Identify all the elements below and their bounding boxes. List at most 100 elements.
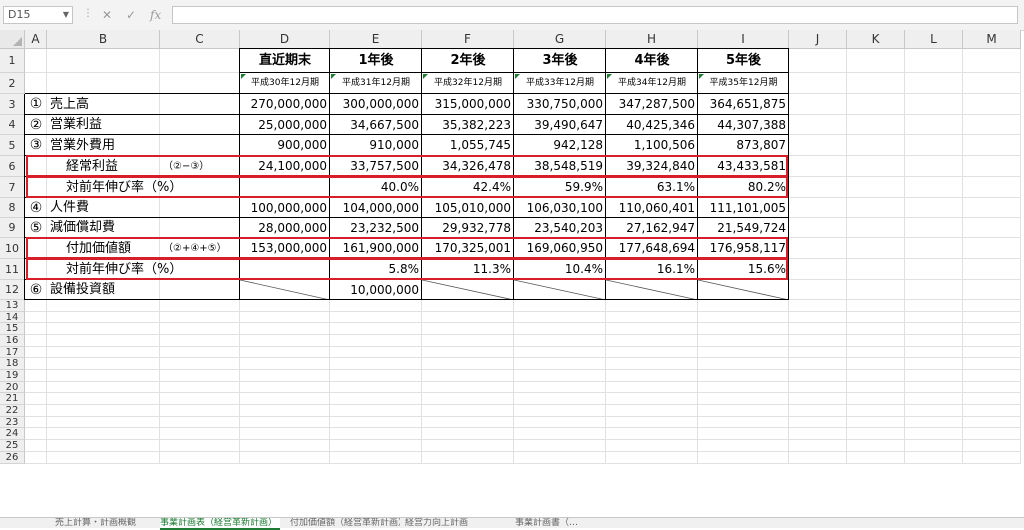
period-header: 直近期末 — [258, 53, 311, 68]
value-cell: 910,000 — [369, 138, 419, 152]
gridline-horizontal — [25, 380, 1021, 382]
sheet-tab[interactable]: 事業計画表（経営革新計画） — [160, 518, 280, 530]
table-border-horizontal — [25, 93, 789, 94]
row-header-19[interactable]: 19 — [0, 370, 25, 382]
highlight-box — [26, 176, 788, 198]
row-header-17[interactable]: 17 — [0, 346, 25, 359]
table-border-vertical — [24, 94, 25, 300]
row-header-10[interactable]: 10 — [0, 238, 25, 259]
row-header-16[interactable]: 16 — [0, 335, 25, 347]
value-cell: 330,750,000 — [526, 97, 603, 111]
value-cell: 111,101,005 — [709, 201, 786, 215]
row-header-21[interactable]: 21 — [0, 393, 25, 406]
value-cell: 105,010,000 — [434, 201, 511, 215]
row-header-25[interactable]: 25 — [0, 440, 25, 452]
diagonal-slash — [698, 280, 789, 300]
period-date: 平成35年12月期 — [709, 78, 778, 88]
period-header: 3年後 — [542, 53, 578, 68]
value-cell: 34,667,500 — [350, 118, 419, 132]
row-header-1[interactable]: 1 — [0, 49, 25, 73]
period-date: 平成32年12月期 — [434, 78, 502, 88]
value-cell: 315,000,000 — [434, 97, 511, 111]
value-cell: 270,000,000 — [250, 97, 327, 111]
enter-icon[interactable]: ✓ — [126, 6, 136, 24]
column-header-h[interactable]: H — [606, 30, 698, 49]
formula-input[interactable] — [172, 6, 1018, 24]
row-label: 減価償却費 — [50, 220, 116, 235]
column-header-e[interactable]: E — [330, 30, 422, 49]
insert-function-icon[interactable]: fx — [150, 6, 161, 24]
name-box[interactable]: D15 ▼ — [3, 6, 73, 24]
column-header-b[interactable]: B — [47, 30, 160, 49]
table-border-horizontal — [25, 299, 789, 300]
row-header-20[interactable]: 20 — [0, 381, 25, 394]
column-header-l[interactable]: L — [905, 30, 963, 49]
diagonal-slash — [240, 280, 330, 300]
table-border-horizontal — [25, 134, 789, 135]
row-header-6[interactable]: 6 — [0, 156, 25, 177]
column-header-j[interactable]: J — [789, 30, 847, 49]
error-indicator-icon — [607, 74, 612, 79]
value-cell: 39,490,647 — [534, 118, 603, 132]
value-cell: 35,382,223 — [442, 118, 511, 132]
spreadsheet-grid[interactable]: ABCDEFGHIJKLM 1 2 3 4 5 6 7 8 9 10 11 12 13 14 15 16 17 1… — [0, 30, 1024, 517]
value-cell: 110,060,401 — [618, 201, 695, 215]
column-header-c[interactable]: C — [160, 30, 240, 49]
value-cell: 27,162,947 — [626, 221, 695, 235]
formula-bar-splitter-icon[interactable]: ⋮ — [83, 8, 93, 19]
row-header-23[interactable]: 23 — [0, 416, 25, 429]
name-box-value: D15 — [8, 8, 31, 21]
row-header-9[interactable]: 9 — [0, 218, 25, 238]
sheet-tabs: 売上計算・計画概観 事業計画表（経営革新計画） 付加価値額（経営革新計画） 経営力向上… — [0, 517, 1024, 530]
cancel-icon[interactable]: ✕ — [102, 6, 112, 24]
row-marker: ④ — [29, 200, 43, 216]
value-cell: 104,000,000 — [342, 201, 419, 215]
name-box-dropdown-icon[interactable]: ▼ — [63, 7, 69, 23]
period-date: 平成34年12月期 — [618, 78, 686, 88]
row-header-8[interactable]: 8 — [0, 198, 25, 218]
column-header-m[interactable]: M — [963, 30, 1021, 49]
value-cell: 100,000,000 — [250, 201, 327, 215]
gridline-horizontal — [25, 357, 1021, 359]
value-cell: 28,000,000 — [258, 221, 327, 235]
row-header-5[interactable]: 5 — [0, 135, 25, 156]
row-header-14[interactable]: 14 — [0, 311, 25, 324]
row-marker: ⑥ — [29, 282, 43, 298]
row-header-2[interactable]: 2 — [0, 73, 25, 94]
row-header-4[interactable]: 4 — [0, 115, 25, 135]
gridline-horizontal — [25, 404, 1021, 406]
row-header-15[interactable]: 15 — [0, 323, 25, 336]
row-marker: ① — [29, 96, 43, 112]
row-header-7[interactable]: 7 — [0, 177, 25, 198]
value-cell: 40,425,346 — [626, 118, 695, 132]
column-header-k[interactable]: K — [847, 30, 905, 49]
column-header-d[interactable]: D — [240, 30, 330, 49]
select-all-corner[interactable] — [0, 30, 25, 49]
period-header: 5年後 — [725, 53, 762, 68]
gridline-vertical — [904, 49, 905, 464]
column-header-a[interactable]: A — [25, 30, 47, 49]
period-date: 平成30年12月期 — [251, 78, 319, 88]
column-header-g[interactable]: G — [514, 30, 606, 49]
table-border-horizontal — [240, 72, 789, 73]
diagonal-slash — [514, 280, 606, 300]
gridline-vertical — [962, 49, 963, 464]
row-header-12[interactable]: 12 — [0, 280, 25, 300]
row-header-13[interactable]: 13 — [0, 300, 25, 312]
row-label: 営業外費用 — [50, 138, 116, 153]
row-header-18[interactable]: 18 — [0, 358, 25, 371]
period-date: 平成31年12月期 — [342, 78, 410, 88]
value-cell: 1,100,506 — [633, 138, 695, 152]
gridline-vertical — [1020, 49, 1021, 464]
row-header-26[interactable]: 26 — [0, 451, 25, 464]
row-header-3[interactable]: 3 — [0, 94, 25, 115]
column-header-i[interactable]: I — [698, 30, 789, 49]
column-header-f[interactable]: F — [422, 30, 514, 49]
row-label: 設備投資額 — [50, 282, 116, 297]
row-header-11[interactable]: 11 — [0, 259, 25, 280]
value-cell: 873,807 — [736, 138, 786, 152]
row-header-22[interactable]: 22 — [0, 405, 25, 417]
row-header-24[interactable]: 24 — [0, 428, 25, 441]
gridline-horizontal — [25, 427, 1021, 429]
value-cell: 364,651,875 — [709, 97, 786, 111]
